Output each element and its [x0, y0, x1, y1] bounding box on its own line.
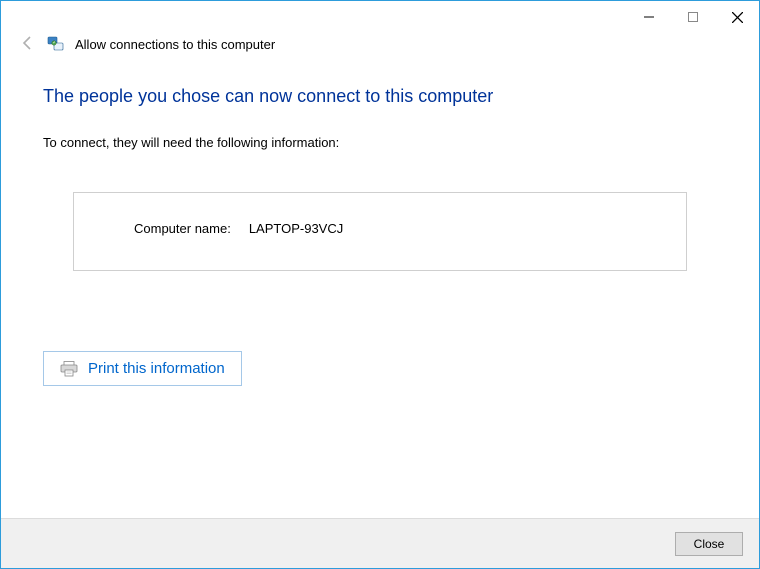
content-area: The people you chose can now connect to …: [1, 68, 759, 406]
computer-info-box: Computer name: LAPTOP-93VCJ: [73, 192, 687, 271]
close-window-button[interactable]: [715, 3, 759, 31]
header-title: Allow connections to this computer: [75, 37, 275, 52]
printer-icon: [60, 361, 78, 377]
titlebar: [1, 1, 759, 31]
main-heading: The people you chose can now connect to …: [43, 86, 717, 107]
header-row: Allow connections to this computer: [1, 31, 759, 68]
minimize-button[interactable]: [627, 3, 671, 31]
close-button[interactable]: Close: [675, 532, 743, 556]
computer-name-label: Computer name:: [134, 221, 231, 236]
computer-name-value: LAPTOP-93VCJ: [249, 221, 343, 236]
print-link-label: Print this information: [88, 360, 225, 377]
instruction-text: To connect, they will need the following…: [43, 135, 717, 150]
maximize-button[interactable]: [671, 3, 715, 31]
dialog-footer: Close: [1, 518, 759, 568]
back-icon: [19, 35, 37, 54]
print-information-link[interactable]: Print this information: [43, 351, 242, 386]
remote-desktop-icon: [47, 36, 65, 54]
